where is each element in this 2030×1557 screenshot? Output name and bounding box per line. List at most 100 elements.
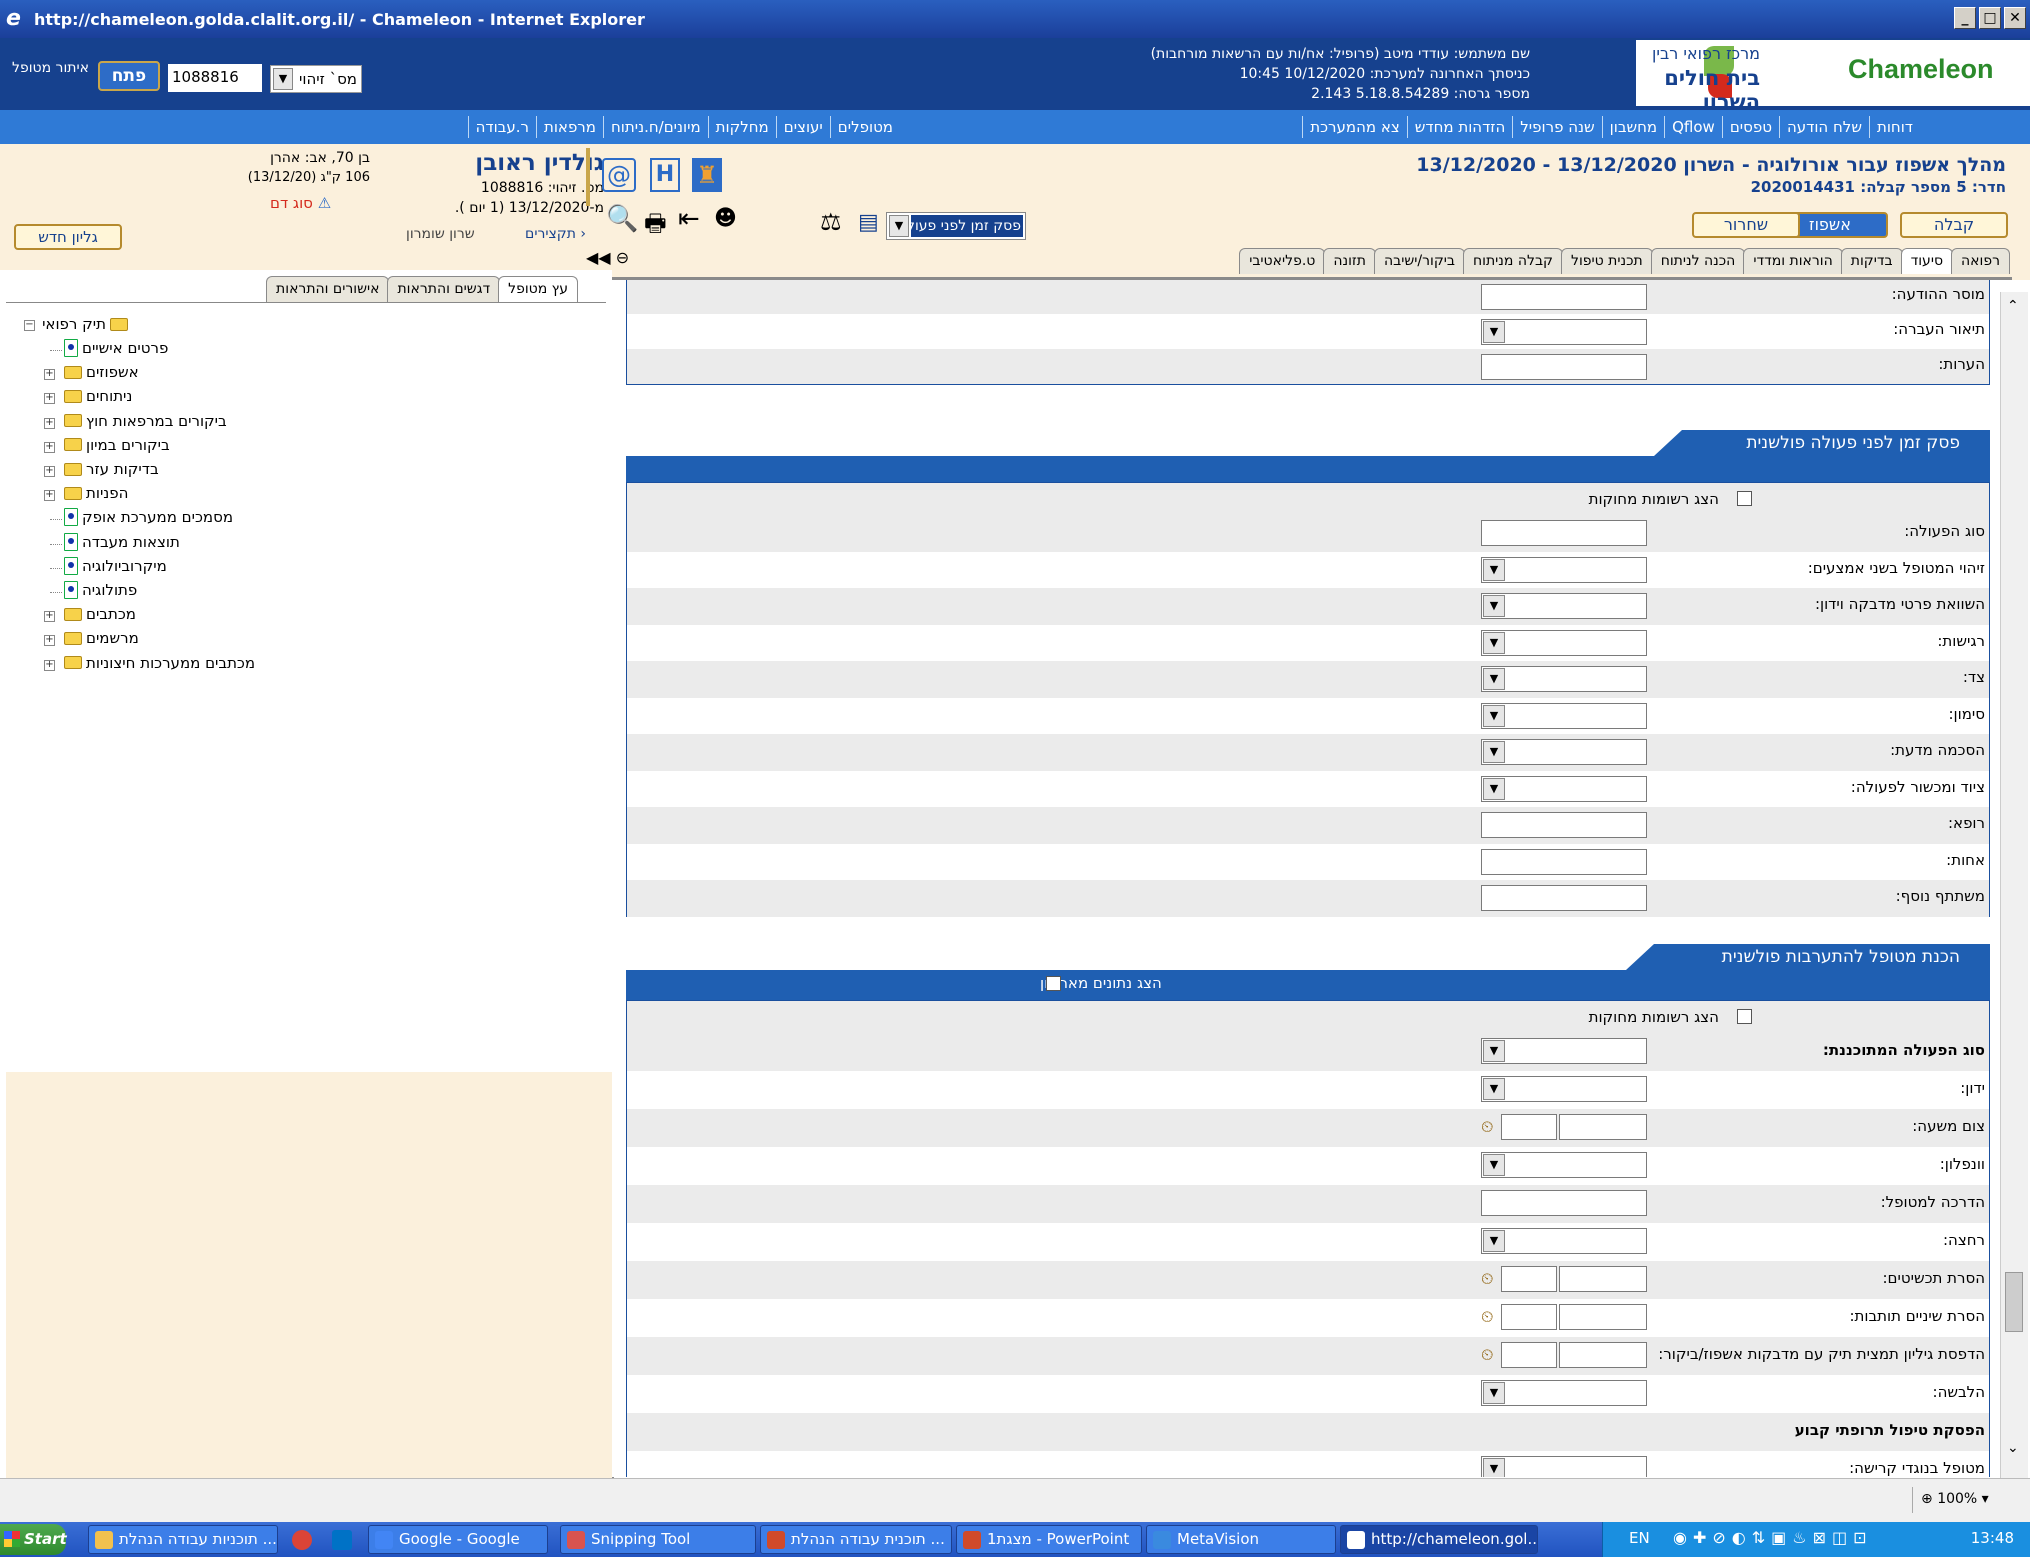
text-field[interactable] [1481, 520, 1647, 546]
nav-item[interactable]: מרפאות [535, 116, 603, 138]
time-picker-icon[interactable]: ⏲ [1481, 1116, 1499, 1138]
nav-item[interactable]: צא מהמערכת [1302, 116, 1407, 138]
show-archive-checkbox[interactable] [1046, 976, 1061, 991]
minimize-button[interactable]: _ [1954, 7, 1976, 29]
close-button[interactable]: ✕ [2004, 7, 2026, 29]
nav-item[interactable]: שלח הודעה [1778, 116, 1869, 138]
exit-icon[interactable]: ⇤ [678, 204, 700, 234]
search-doc-icon[interactable]: 🔍 [606, 204, 638, 234]
nav-item[interactable]: מחשבון [1601, 116, 1664, 138]
text-field[interactable] [1481, 354, 1647, 380]
text-field[interactable] [1481, 885, 1647, 911]
expand-icon[interactable]: + [44, 441, 55, 453]
select-field[interactable]: ▼ [1481, 629, 1647, 656]
tree-item[interactable]: מכתבים [64, 605, 136, 623]
id-type-select[interactable]: ▼ מס` זיהוי [270, 65, 362, 93]
nav-arrows[interactable]: ◀◀ ⊖ [586, 248, 629, 267]
language-indicator[interactable]: EN [1629, 1529, 1650, 1547]
scroll-up-icon[interactable]: ⌃ [2007, 298, 2019, 314]
tree-item[interactable]: מסמכים ממערכת אופק [64, 508, 233, 527]
text-field[interactable] [1481, 284, 1647, 310]
tray-icons[interactable]: ◉✚⊘◐⇅▣♨⊠◫⊡ [1673, 1528, 1873, 1547]
date-field[interactable] [1559, 1266, 1647, 1292]
select-field[interactable]: ▼ [1481, 666, 1647, 692]
date-field[interactable] [1559, 1304, 1647, 1330]
taskbar-item[interactable]: http://chameleon.gol... [1340, 1525, 1538, 1554]
release-button[interactable]: שחרור [1692, 212, 1800, 238]
main-tab[interactable]: קבלה מניתוח [1463, 248, 1563, 274]
tree-item[interactable]: הפניות [64, 484, 128, 502]
select-field[interactable]: ▼ [1481, 702, 1647, 729]
print-icon[interactable]: 🖶 [644, 206, 667, 247]
admit-button[interactable]: קבלה [1900, 212, 2008, 238]
nav-item[interactable]: מיונים/ח.ניתוח [602, 116, 708, 138]
select-field[interactable]: ▼ [1481, 739, 1647, 765]
text-field[interactable] [1481, 812, 1647, 838]
tree-item[interactable]: מיקרוביולוגיה [64, 556, 167, 575]
scroll-thumb[interactable] [2005, 1272, 2023, 1332]
expand-icon[interactable]: + [44, 393, 55, 405]
nav-item[interactable]: שנה פרופיל [1512, 116, 1601, 138]
form-list-icon[interactable]: ▤ [858, 210, 879, 235]
start-button[interactable]: Start [0, 1524, 67, 1555]
select-field[interactable]: ▼ [1481, 1228, 1647, 1254]
nav-item[interactable]: ר.עבודה [467, 116, 536, 138]
tree-item[interactable]: תוצאות מעבדה [64, 532, 180, 551]
collapse-icon[interactable]: − [24, 320, 35, 331]
taskbar-item[interactable]: מצגת1 - PowerPoint [956, 1525, 1142, 1554]
left-tab[interactable]: אישורים והתראות [266, 276, 390, 302]
text-field[interactable] [1481, 1190, 1647, 1216]
patient-search-label[interactable]: איתור מטופל [12, 60, 89, 76]
expand-icon[interactable]: + [44, 659, 55, 671]
select-field[interactable]: ▼ [1481, 1038, 1647, 1064]
time-field[interactable] [1501, 1266, 1557, 1292]
summaries-link[interactable]: ‹ תקצירים [525, 226, 586, 242]
select-field[interactable]: ▼ [1481, 556, 1647, 583]
main-tab[interactable]: תזונה [1323, 248, 1376, 274]
date-field[interactable] [1559, 1342, 1647, 1368]
taskbar-item[interactable]: Google - Google [368, 1525, 548, 1554]
time-picker-icon[interactable]: ⏲ [1481, 1344, 1499, 1366]
time-field[interactable] [1501, 1342, 1557, 1368]
left-tab[interactable]: עץ מטופל [498, 276, 578, 302]
tree-item[interactable]: פרטים אישיים [64, 339, 168, 357]
show-deleted-checkbox-2[interactable] [1737, 1009, 1752, 1024]
open-button[interactable]: פתח [98, 61, 160, 91]
tree-root[interactable]: תיק רפואי [42, 315, 128, 333]
nav-item[interactable]: יעוצים [775, 116, 830, 138]
scale-icon[interactable]: ⚖ [820, 208, 842, 236]
select-field[interactable]: ▼ [1481, 1076, 1647, 1102]
date-field[interactable] [1559, 1114, 1647, 1140]
taskbar-item[interactable]: תוכנית עבודה הנהלת ... [760, 1525, 952, 1554]
main-tab[interactable]: רפואה [1951, 248, 2010, 274]
outlook-icon[interactable] [332, 1530, 352, 1550]
nav-item[interactable]: דוחות [1868, 116, 1920, 138]
select-field[interactable]: ▼ [1481, 1456, 1647, 1477]
text-field[interactable] [1481, 848, 1647, 875]
select-field[interactable]: ▼ [1481, 1152, 1647, 1178]
taskbar-item[interactable]: Snipping Tool [560, 1525, 756, 1554]
time-picker-icon[interactable]: ⏲ [1481, 1306, 1499, 1328]
main-tab[interactable]: תכנית טיפול [1561, 248, 1653, 274]
time-field[interactable] [1501, 1114, 1557, 1140]
email-icon[interactable]: @ [602, 158, 636, 192]
tree-item[interactable]: ביקורים במיון [64, 436, 170, 454]
main-tab[interactable]: הכנה לניתוח [1650, 248, 1746, 274]
nav-item[interactable]: הזדהות מחדש [1406, 116, 1513, 138]
tree-item[interactable]: בדיקות עזר [64, 460, 159, 478]
time-field[interactable] [1501, 1304, 1557, 1330]
nav-item[interactable]: מטופלים [829, 116, 900, 138]
chrome-icon[interactable] [292, 1530, 312, 1550]
main-tab[interactable]: סיעוד [1900, 248, 1954, 274]
form-select[interactable]: ▼ פסק זמן לפני פעולה [886, 212, 1026, 240]
select-field[interactable]: ▼ [1481, 319, 1647, 345]
tree-item[interactable]: פתולוגיה [64, 581, 137, 599]
tree-item[interactable]: אשפוזים [64, 363, 139, 381]
chart-icon[interactable]: ♜ [692, 158, 722, 192]
main-tab[interactable]: הוראות ומדדי [1743, 248, 1843, 274]
new-sheet-button[interactable]: גליון חדש [14, 224, 122, 250]
patient-id-input[interactable]: 1088816 [168, 64, 262, 92]
nav-item[interactable]: מחלקות [707, 116, 776, 138]
main-tab[interactable]: ביקור/ישיבה [1373, 248, 1465, 274]
expand-icon[interactable]: + [44, 369, 55, 381]
